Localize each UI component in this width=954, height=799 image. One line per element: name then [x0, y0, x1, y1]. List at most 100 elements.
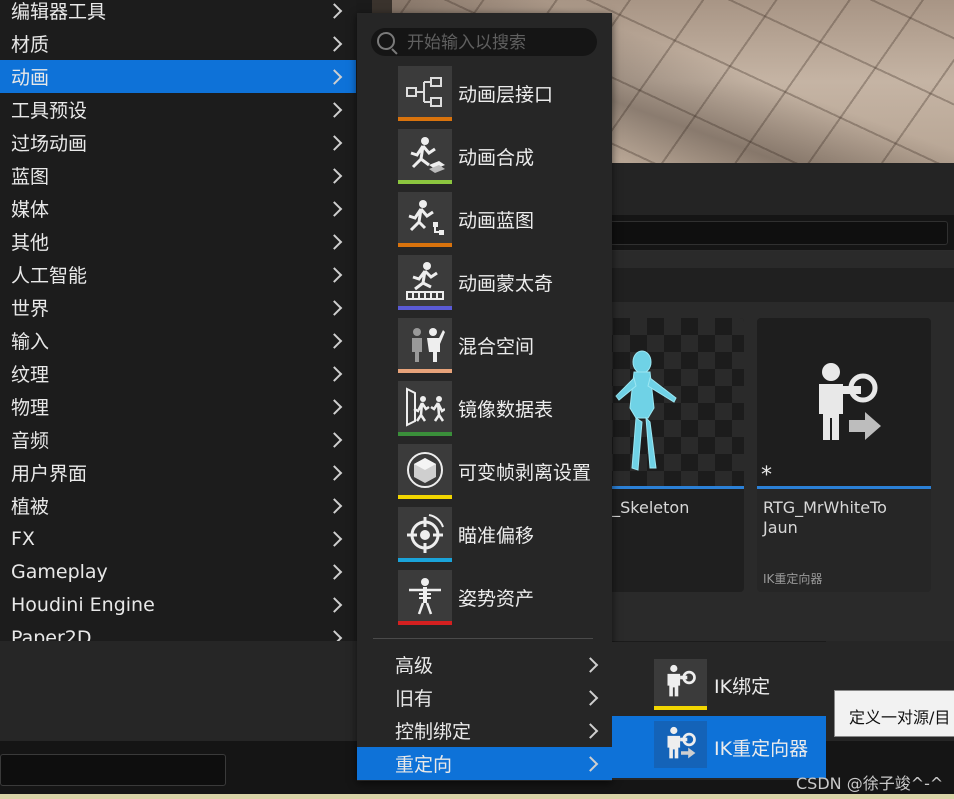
category-item[interactable]: 世界 — [0, 291, 356, 324]
chevron-right-icon — [326, 2, 343, 19]
chevron-right-icon — [326, 266, 343, 283]
asset-menu-item[interactable]: 可变帧剥离设置 — [397, 444, 612, 502]
category-label: 编辑器工具 — [11, 1, 107, 23]
category-item[interactable]: 植被 — [0, 489, 356, 522]
asset-menu-item[interactable]: 瞄准偏移 — [397, 507, 612, 565]
chevron-right-icon — [326, 398, 343, 415]
asset-menu-item[interactable]: 镜像数据表 — [397, 381, 612, 439]
submenu-label: 控制绑定 — [395, 721, 472, 743]
submenu-label: 高级 — [395, 655, 434, 677]
blend-space-icon — [412, 328, 445, 362]
category-item[interactable]: 蓝图 — [0, 159, 356, 192]
anim-composite-icon — [410, 137, 445, 173]
asset-color-bar — [398, 117, 452, 121]
category-label: 物理 — [11, 397, 50, 419]
category-item[interactable]: 音频 — [0, 423, 356, 456]
category-label: 工具预设 — [11, 100, 88, 122]
chevron-right-icon — [582, 689, 599, 706]
chevron-right-icon — [326, 464, 343, 481]
category-item[interactable]: Paper2D — [0, 621, 356, 641]
category-item[interactable]: 编辑器工具 — [0, 0, 356, 27]
retarget-menu-label: IK重定向器 — [714, 738, 809, 760]
chevron-right-icon — [326, 167, 343, 184]
asset-color-bar — [654, 706, 707, 710]
asset-color-bar — [398, 621, 452, 625]
asset-menu-label: 动画蒙太奇 — [458, 273, 554, 295]
category-label: FX — [11, 527, 35, 550]
chevron-right-icon — [326, 563, 343, 580]
asset-menu-item[interactable]: 姿势资产 — [397, 570, 612, 628]
chevron-right-icon — [326, 101, 343, 118]
asset-color-bar — [398, 180, 452, 184]
search-input[interactable] — [405, 30, 594, 56]
category-label: 材质 — [11, 34, 50, 56]
category-item[interactable]: 其他 — [0, 225, 356, 258]
category-label: 蓝图 — [11, 166, 50, 188]
submenu-item[interactable]: 旧有 — [357, 681, 612, 714]
tooltip: 定义一对源/目 — [834, 690, 954, 737]
submenu-item[interactable]: 高级 — [357, 648, 612, 681]
chevron-right-icon — [326, 497, 343, 514]
asset-color-bar — [398, 558, 452, 562]
category-item[interactable]: 媒体 — [0, 192, 356, 225]
skeleton-mesh-icon — [615, 350, 677, 471]
submenu-label: 旧有 — [395, 688, 434, 710]
chevron-right-icon — [582, 755, 599, 772]
category-menu: 编辑器工具材质动画工具预设过场动画蓝图媒体 其他 人工智能 世界输入纹理物理音频用户界… — [0, 0, 356, 641]
category-item[interactable]: 动画 — [0, 60, 356, 93]
chevron-right-icon — [326, 200, 343, 217]
asset-menu-item[interactable]: 动画蓝图 — [397, 192, 612, 250]
chevron-right-icon — [326, 299, 343, 316]
submenu-item[interactable]: 控制绑定 — [357, 714, 612, 747]
anim-montage-icon — [406, 262, 444, 300]
category-item[interactable]: 工具预设 — [0, 93, 356, 126]
category-item[interactable]: 输入 — [0, 324, 356, 357]
category-item[interactable]: 物理 — [0, 390, 356, 423]
retarget-submenu: IK绑定 IK重定向器 — [612, 642, 826, 780]
category-item[interactable]: Houdini Engine — [0, 588, 356, 621]
asset-tile — [398, 444, 452, 498]
category-label: 输入 — [11, 331, 50, 353]
asset-color-bar — [654, 768, 707, 772]
ik-rig-icon — [667, 664, 696, 697]
category-item[interactable]: 材质 — [0, 27, 356, 60]
asset-tile-skeleton[interactable]: n_Skeleton — [596, 318, 744, 592]
asset-menu-item[interactable]: 混合空间 — [397, 318, 612, 376]
retarget-menu-item[interactable]: IK绑定 — [612, 654, 826, 716]
asset-color-bar — [398, 432, 452, 436]
asset-tile — [398, 570, 452, 624]
asset-color-bar — [398, 369, 452, 373]
asset-menu-item[interactable]: 动画层接口 — [397, 66, 612, 124]
category-label: Houdini Engine — [11, 593, 155, 616]
search-box[interactable] — [371, 28, 597, 56]
asset-menu-label: 动画合成 — [458, 147, 535, 169]
ik-retargeter-icon — [667, 726, 696, 759]
console-input[interactable] — [0, 754, 226, 786]
category-item[interactable]: 用户界面 — [0, 456, 356, 489]
asset-tile — [654, 659, 707, 709]
category-item[interactable]: 过场动画 — [0, 126, 356, 159]
submenu-item[interactable]: 重定向 — [357, 747, 612, 780]
category-item[interactable]: 人工智能 — [0, 258, 356, 291]
menu-separator — [373, 638, 593, 639]
category-label: 音频 — [11, 430, 50, 452]
asset-menu-label: 姿势资产 — [458, 588, 535, 610]
asset-tile-retargeter[interactable]: * RTG_MrWhiteTo Jaun IK重定向器 — [757, 318, 931, 592]
asset-thumbnail: * — [757, 318, 931, 488]
chevron-right-icon — [326, 596, 343, 613]
chevron-right-icon — [326, 68, 343, 85]
category-item[interactable]: FX — [0, 522, 356, 555]
submenu-label: 重定向 — [395, 754, 453, 776]
asset-color-bar — [398, 306, 452, 310]
asset-type: IK重定向器 — [763, 572, 823, 586]
category-label: 用户界面 — [11, 463, 88, 485]
asset-menu-item[interactable]: 动画合成 — [397, 129, 612, 187]
asset-tile — [398, 507, 452, 561]
asset-color-bar — [398, 243, 452, 247]
category-item[interactable]: Gameplay — [0, 555, 356, 588]
svg-text:*: * — [761, 463, 772, 488]
category-item[interactable]: 纹理 — [0, 357, 356, 390]
asset-type-bar — [757, 486, 931, 489]
asset-menu-item[interactable]: 动画蒙太奇 — [397, 255, 612, 313]
retarget-menu-item[interactable]: IK重定向器 — [612, 716, 826, 778]
